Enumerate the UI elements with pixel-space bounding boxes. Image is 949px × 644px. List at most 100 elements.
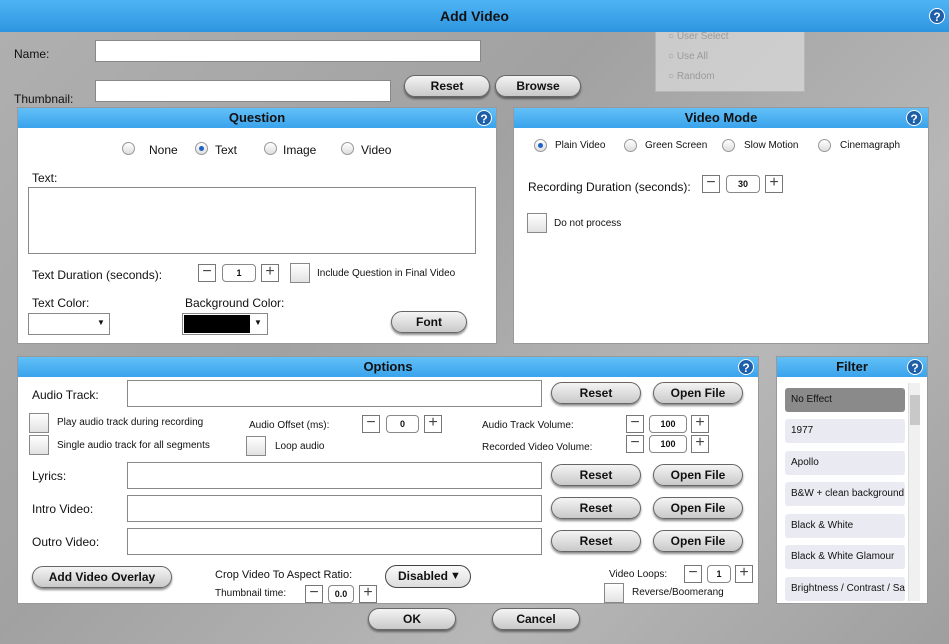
audio-track-open-file-button[interactable]: Open File: [653, 382, 743, 404]
recording-duration-decrement-button[interactable]: −: [702, 175, 720, 193]
audio-track-reset-button[interactable]: Reset: [551, 382, 641, 404]
recorded-volume-value[interactable]: 100: [649, 435, 687, 453]
intro-video-input[interactable]: [127, 495, 542, 522]
options-panel: Options ? Audio Track: Reset Open File P…: [17, 356, 759, 604]
mode-cinemagraph-radio[interactable]: [818, 139, 831, 152]
filter-item[interactable]: Apollo: [785, 451, 905, 475]
lyrics-open-file-button[interactable]: Open File: [653, 464, 743, 486]
background-color-swatch: [184, 315, 250, 333]
audio-offset-label: Audio Offset (ms):: [249, 420, 330, 431]
text-duration-value[interactable]: 1: [222, 264, 256, 282]
question-panel-header: Question: [18, 108, 496, 128]
video-mode-panel: Video Mode ? Plain Video Green Screen Sl…: [513, 107, 929, 344]
video-loops-decrement-button[interactable]: −: [684, 565, 702, 583]
loop-audio-label: Loop audio: [275, 441, 325, 452]
question-type-text-radio[interactable]: [195, 142, 208, 155]
filter-item[interactable]: 1977: [785, 419, 905, 443]
font-button[interactable]: Font: [391, 311, 467, 333]
audio-volume-increment-button[interactable]: +: [691, 415, 709, 433]
thumbnail-browse-button[interactable]: Browse: [495, 75, 581, 97]
thumbnail-time-value[interactable]: 0.0: [328, 585, 354, 603]
outro-video-input[interactable]: [127, 528, 542, 555]
audio-volume-decrement-button[interactable]: −: [626, 415, 644, 433]
play-during-recording-checkbox[interactable]: [29, 413, 49, 433]
question-panel-title: Question: [228, 110, 286, 125]
text-color-picker[interactable]: ▼: [28, 313, 110, 335]
background-list: ○ User Select ○ Use All ○ Random: [655, 26, 805, 92]
options-panel-header: Options: [18, 357, 758, 377]
audio-offset-value[interactable]: 0: [386, 415, 419, 433]
lyrics-reset-button[interactable]: Reset: [551, 464, 641, 486]
video-loops-increment-button[interactable]: +: [735, 565, 753, 583]
mode-slow-motion-radio[interactable]: [722, 139, 735, 152]
thumbnail-time-increment-button[interactable]: +: [359, 585, 377, 603]
filter-scrollbar[interactable]: [908, 383, 920, 601]
crop-aspect-label: Crop Video To Aspect Ratio:: [215, 569, 353, 581]
single-audio-track-checkbox[interactable]: [29, 435, 49, 455]
audio-offset-increment-button[interactable]: +: [424, 415, 442, 433]
recorded-volume-increment-button[interactable]: +: [691, 435, 709, 453]
outro-video-open-file-button[interactable]: Open File: [653, 530, 743, 552]
crop-aspect-value: Disabled: [398, 569, 449, 583]
filter-scrollbar-thumb[interactable]: [910, 395, 920, 425]
outro-video-reset-button[interactable]: Reset: [551, 530, 641, 552]
add-video-overlay-button[interactable]: Add Video Overlay: [32, 566, 172, 588]
mode-plain-video-label: Plain Video: [555, 140, 606, 151]
background-option: ○ User Select: [668, 31, 729, 42]
audio-track-input[interactable]: [127, 380, 542, 407]
filter-item[interactable]: Black & White: [785, 514, 905, 538]
do-not-process-label: Do not process: [554, 218, 622, 229]
lyrics-label: Lyrics:: [32, 469, 67, 483]
mode-plain-video-radio[interactable]: [534, 139, 547, 152]
options-help-icon[interactable]: ?: [738, 359, 754, 375]
include-question-checkbox[interactable]: [290, 263, 310, 283]
filter-item[interactable]: B&W + clean background: [785, 482, 905, 506]
mode-cinemagraph-label: Cinemagraph: [840, 140, 901, 151]
text-duration-increment-button[interactable]: +: [261, 264, 279, 282]
intro-video-open-file-button[interactable]: Open File: [653, 497, 743, 519]
dialog-title: Add Video: [440, 8, 509, 24]
question-type-video-label: Video: [361, 143, 392, 157]
question-type-image-radio[interactable]: [264, 142, 277, 155]
question-help-icon[interactable]: ?: [476, 110, 492, 126]
question-type-text-label: Text: [215, 143, 238, 157]
filter-panel: Filter ? No Effect 1977 Apollo B&W + cle…: [776, 356, 928, 604]
mode-green-screen-radio[interactable]: [624, 139, 637, 152]
thumbnail-time-decrement-button[interactable]: −: [305, 585, 323, 603]
video-loops-value[interactable]: 1: [707, 565, 731, 583]
question-text-area[interactable]: [28, 187, 476, 254]
audio-offset-decrement-button[interactable]: −: [362, 415, 380, 433]
filter-help-icon[interactable]: ?: [907, 359, 923, 375]
intro-video-reset-button[interactable]: Reset: [551, 497, 641, 519]
ok-button[interactable]: OK: [368, 608, 456, 630]
question-type-video-radio[interactable]: [341, 142, 354, 155]
chevron-down-icon: ▼: [254, 318, 262, 327]
thumbnail-input[interactable]: [95, 80, 391, 102]
cancel-button[interactable]: Cancel: [492, 608, 580, 630]
text-duration-decrement-button[interactable]: −: [198, 264, 216, 282]
text-color-swatch: [30, 315, 93, 333]
single-audio-track-label: Single audio track for all segments: [57, 440, 210, 451]
crop-aspect-select[interactable]: Disabled ▼: [385, 565, 471, 588]
name-input[interactable]: [95, 40, 481, 62]
video-mode-help-icon[interactable]: ?: [906, 110, 922, 126]
lyrics-input[interactable]: [127, 462, 542, 489]
loop-audio-checkbox[interactable]: [246, 436, 266, 456]
audio-volume-label: Audio Track Volume:: [482, 420, 574, 431]
mode-green-screen-label: Green Screen: [645, 140, 708, 151]
do-not-process-checkbox[interactable]: [527, 213, 547, 233]
audio-track-label: Audio Track:: [32, 388, 99, 402]
background-color-picker[interactable]: ▼: [182, 313, 268, 335]
filter-item[interactable]: Brightness / Contrast / Sa: [785, 577, 905, 601]
recorded-volume-decrement-button[interactable]: −: [626, 435, 644, 453]
filter-item[interactable]: Black & White Glamour: [785, 545, 905, 569]
audio-volume-value[interactable]: 100: [649, 415, 687, 433]
question-type-none-radio[interactable]: [122, 142, 135, 155]
recording-duration-value[interactable]: 30: [726, 175, 760, 193]
help-icon[interactable]: ?: [929, 8, 945, 24]
reverse-boomerang-checkbox[interactable]: [604, 583, 624, 603]
recording-duration-increment-button[interactable]: +: [765, 175, 783, 193]
filter-item-selected[interactable]: No Effect: [785, 388, 905, 412]
question-type-image-label: Image: [283, 143, 317, 157]
thumbnail-reset-button[interactable]: Reset: [404, 75, 490, 97]
